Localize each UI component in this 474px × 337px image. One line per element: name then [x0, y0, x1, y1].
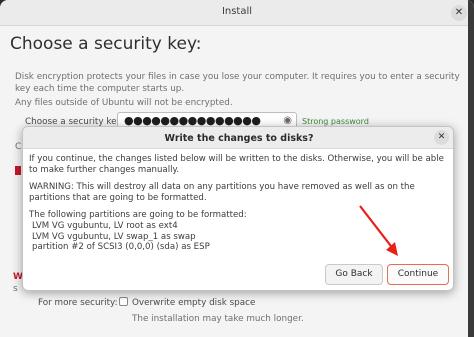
eye-icon[interactable]: ◉ [283, 115, 292, 126]
red-arrow-annotation [359, 205, 398, 256]
window-edge [468, 0, 474, 337]
dialog-close-icon[interactable]: ✕ [434, 130, 449, 145]
password-strength-label: Strong password [302, 117, 369, 126]
encryption-note: Any files outside of Ubuntu will not be … [15, 98, 233, 108]
warning-icon [15, 166, 21, 175]
overwrite-note: The installation may take much longer. [132, 314, 304, 324]
obscured-label-2: s [13, 284, 18, 294]
obscured-label: C [15, 142, 22, 152]
dialog-intro: If you continue, the changes listed belo… [29, 154, 444, 175]
continue-button[interactable]: Continue [387, 264, 449, 285]
page-title: Choose a security key: [10, 34, 202, 54]
overwrite-checkbox[interactable] [119, 297, 128, 306]
title-bar: Install ✕ [0, 0, 474, 26]
dialog-title: Write the changes to disks? [164, 133, 314, 144]
encryption-description: Disk encryption protects your files in c… [15, 72, 460, 94]
overwrite-checkbox-label[interactable]: Overwrite empty disk space [132, 298, 255, 308]
go-back-button[interactable]: Go Back [325, 264, 383, 285]
close-icon[interactable]: ✕ [451, 5, 467, 21]
dialog-header: Write the changes to disks? ✕ [23, 127, 453, 149]
window-title: Install [221, 6, 253, 17]
more-security-label: For more security: [38, 298, 118, 308]
